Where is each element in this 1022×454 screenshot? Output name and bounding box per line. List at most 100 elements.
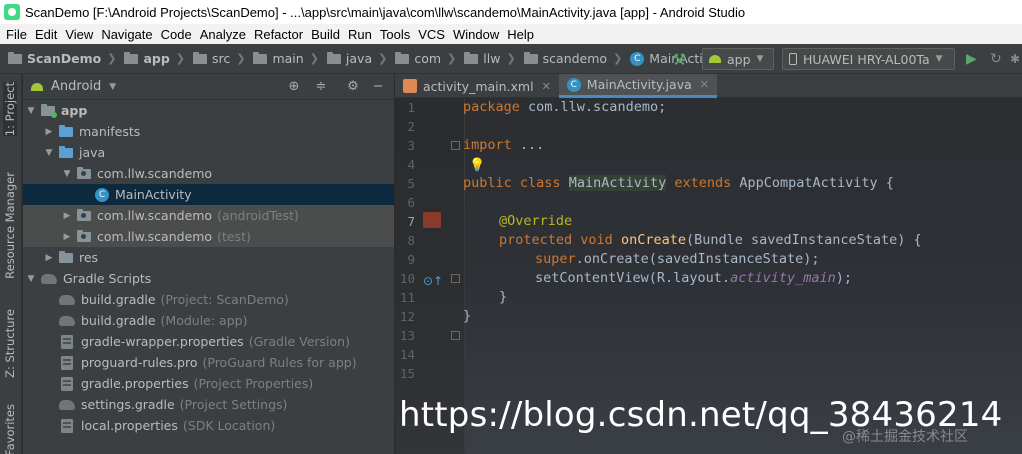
android-icon [709,55,721,63]
device-select[interactable]: HUAWEI HRY-AL00Ta ▼ [782,48,955,70]
tree-item-build-gradle-project[interactable]: build.gradle (Project: ScanDemo) [23,289,394,310]
breadcrumb-project[interactable]: ScanDemo ❯ [0,44,116,74]
tree-item-manifests[interactable]: ▶ manifests [23,121,394,142]
tree-item-package-androidtest[interactable]: ▶ com.llw.scandemo (androidTest) [23,205,394,226]
project-view-selector[interactable]: Android ▼ ⊕ ≑ ⚙ − [23,74,394,100]
tree-label: build.gradle [81,292,156,307]
debug-button[interactable]: ✱ [1010,44,1020,74]
code-text: .onCreate(savedInstanceState); [575,251,820,267]
tab-structure[interactable]: Z: Structure [3,309,17,378]
tree-label: com.llw.scandemo [97,208,213,223]
code-line-13[interactable]: } [499,288,507,307]
tab-project[interactable]: 1: Project [3,82,17,137]
breadcrumb-llw[interactable]: llw ❯ [456,44,516,74]
line-number: 5 [407,176,415,191]
menu-edit[interactable]: Edit [31,27,61,42]
tree-item-gradle-wrapper[interactable]: gradle-wrapper.properties (Gradle Versio… [23,331,394,352]
menu-file[interactable]: File [2,27,31,42]
menu-view[interactable]: View [61,27,97,42]
tree-label: manifests [79,124,141,139]
tree-item-java[interactable]: ▼ java [23,142,394,163]
tree-item-mainactivity[interactable]: C MainActivity [23,184,394,205]
tree-item-app[interactable]: ▼ app [23,100,394,121]
menu-analyze[interactable]: Analyze [196,27,250,42]
breadcrumb-app[interactable]: app ❯ [116,44,185,74]
menu-refactor[interactable]: Refactor [250,27,307,42]
tree-item-build-gradle-module[interactable]: build.gradle (Module: app) [23,310,394,331]
tab-resource-manager[interactable]: Resource Manager [3,172,17,279]
tree-item-res[interactable]: ▶ res [23,247,394,268]
chevron-right-icon: ❯ [175,52,185,65]
tab-favorites[interactable]: Favorites [3,404,17,454]
line-number: 7 [407,214,415,229]
breadcrumb-label: scandemo [542,51,608,66]
line-number: 1 [407,100,415,115]
tree-item-local-properties[interactable]: local.properties (SDK Location) [23,415,394,436]
hide-panel-icon[interactable]: − [370,79,386,95]
tab-activity-main-xml[interactable]: activity_main.xml ✕ [395,74,559,98]
menu-run[interactable]: Run [344,27,376,42]
override-method-icon[interactable]: ⊙↑ [423,274,443,288]
menu-navigate[interactable]: Navigate [97,27,156,42]
code-line-14[interactable]: } [463,307,471,326]
build-hammer-icon[interactable]: ⚒ [672,44,686,74]
fold-marker-icon[interactable] [451,141,460,150]
code-line-10[interactable]: protected void onCreate(Bundle savedInst… [499,231,922,250]
expand-arrow-icon: ▼ [45,147,53,158]
tree-item-gradle-scripts[interactable]: ▼ Gradle Scripts [23,268,394,289]
field-reference: activity_main [730,270,836,286]
menu-code[interactable]: Code [157,27,196,42]
menu-vcs[interactable]: VCS [414,27,449,42]
folder-icon [326,51,341,64]
tool-window-stripe: 1: Project Resource Manager Z: Structure… [0,74,22,454]
package-icon [77,229,91,242]
tree-item-package-test[interactable]: ▶ com.llw.scandemo (test) [23,226,394,247]
breadcrumb-scandemo[interactable]: scandemo ❯ [516,44,622,74]
code-line-1[interactable]: package com.llw.scandemo; [463,98,666,117]
folder-icon [523,51,538,64]
breadcrumb-main[interactable]: main ❯ [245,44,319,74]
tree-item-settings-gradle[interactable]: settings.gradle (Project Settings) [23,394,394,415]
code-line-11[interactable]: super.onCreate(savedInstanceState); [535,250,819,269]
keyword: import [463,137,512,153]
breadcrumb-com[interactable]: com ❯ [387,44,456,74]
code-line-9[interactable]: @Override [499,212,572,231]
collapse-arrow-icon: ▶ [45,126,53,137]
menu-help[interactable]: Help [503,27,538,42]
menu-window[interactable]: Window [449,27,503,42]
tab-mainactivity-java[interactable]: C MainActivity.java ✕ [558,74,717,98]
breadcrumb-java[interactable]: java ❯ [319,44,387,74]
run-button[interactable]: ▶ [966,44,977,74]
close-icon[interactable]: ✕ [542,80,551,93]
breadcrumb-label: main [272,51,304,66]
collapse-arrow-icon: ▶ [63,210,71,221]
lightbulb-icon[interactable]: 💡 [469,158,485,173]
tree-item-package[interactable]: ▼ com.llw.scandemo [23,163,394,184]
tree-hint: (Gradle Version) [248,334,350,349]
tree-item-proguard[interactable]: proguard-rules.pro (ProGuard Rules for a… [23,352,394,373]
chevron-down-icon: ▼ [935,54,943,64]
menu-tools[interactable]: Tools [376,27,414,42]
breadcrumb-src[interactable]: src ❯ [185,44,245,74]
tree-item-gradle-properties[interactable]: gradle.properties (Project Properties) [23,373,394,394]
fold-marker-icon[interactable] [451,331,460,340]
apply-changes-button[interactable]: ↻ [990,44,1002,74]
folder-icon [253,51,268,64]
code-line-3[interactable]: import ... [463,136,544,155]
chevron-down-icon: ▼ [109,81,117,92]
activity-layout-icon[interactable] [423,212,441,228]
keyword: extends [674,175,732,191]
method-name: onCreate [620,232,686,248]
line-number: 13 [399,328,415,343]
code-line-12[interactable]: setContentView(R.layout.activity_main); [535,269,852,288]
code-line-7[interactable]: public class MainActivity extends AppCom… [463,174,894,193]
gear-icon[interactable]: ⚙ [345,79,361,95]
fold-marker-icon[interactable] [451,274,460,283]
run-config-select[interactable]: app ▼ [702,48,774,70]
menu-build[interactable]: Build [307,27,344,42]
close-icon[interactable]: ✕ [700,78,709,91]
view-mode-label: Android [51,79,102,94]
collapse-all-icon[interactable]: ≑ [313,79,329,95]
target-icon[interactable]: ⊕ [286,79,302,95]
tree-hint: (Project Settings) [179,397,288,412]
